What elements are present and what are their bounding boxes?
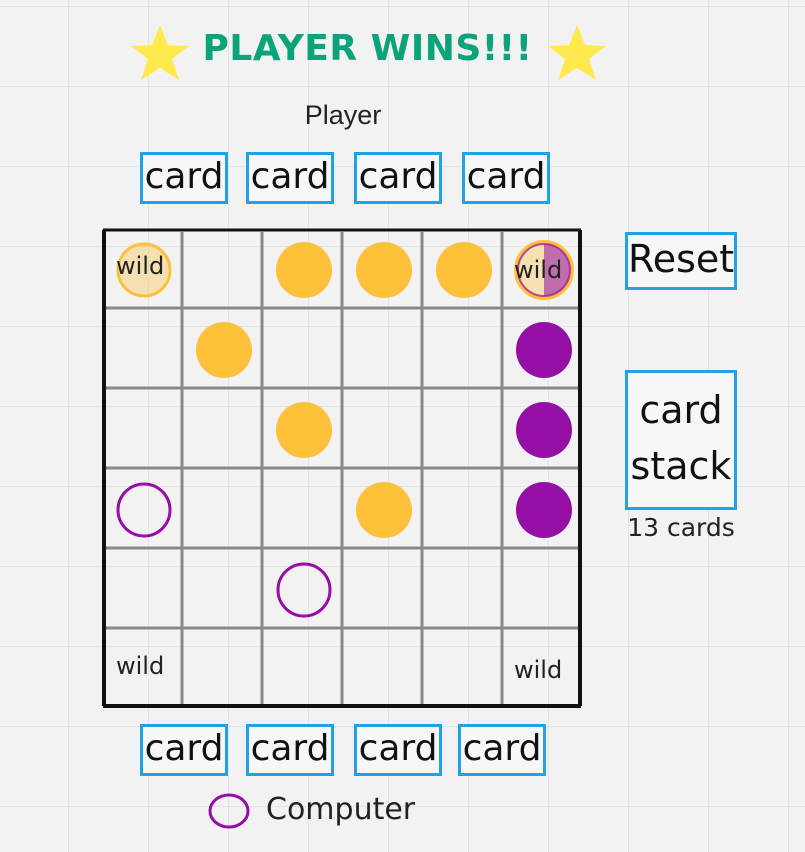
player-piece [436, 242, 492, 298]
player-card-2[interactable]: card [246, 152, 334, 204]
player-card-1[interactable]: card [140, 152, 228, 204]
wild-label: wild [514, 656, 563, 684]
computer-marker-icon [208, 793, 250, 829]
board-grid[interactable] [102, 228, 582, 708]
wild-label: wild [514, 256, 563, 284]
wild-label: wild [116, 252, 165, 280]
player-card-3[interactable]: card [354, 152, 442, 204]
player-label: Player [304, 100, 382, 130]
player-card-4[interactable]: card [462, 152, 550, 204]
computer-card-1[interactable]: card [140, 724, 228, 776]
computer-card-3[interactable]: card [354, 724, 442, 776]
card-stack-label-line1: card [639, 388, 723, 432]
computer-piece-outline [276, 562, 332, 618]
win-title: PLAYER WINS!!! [202, 28, 533, 69]
computer-piece [516, 322, 572, 378]
player-piece [276, 242, 332, 298]
card-stack-label-line2: stack [630, 444, 732, 488]
player-piece [356, 242, 412, 298]
player-piece [276, 402, 332, 458]
computer-card-2[interactable]: card [246, 724, 334, 776]
computer-card-4[interactable]: card [458, 724, 546, 776]
game-board[interactable]: wild wild wild wild [102, 228, 582, 708]
card-stack-button[interactable]: card stack [625, 370, 737, 510]
star-icon [548, 25, 606, 80]
computer-label: Computer [266, 792, 416, 827]
computer-piece [516, 482, 572, 538]
player-piece [196, 322, 252, 378]
computer-piece-outline [116, 482, 172, 538]
computer-piece [516, 402, 572, 458]
player-piece [356, 482, 412, 538]
wild-label: wild [116, 652, 165, 680]
reset-button[interactable]: Reset [625, 232, 737, 290]
card-stack-count: 13 cards [627, 513, 735, 542]
